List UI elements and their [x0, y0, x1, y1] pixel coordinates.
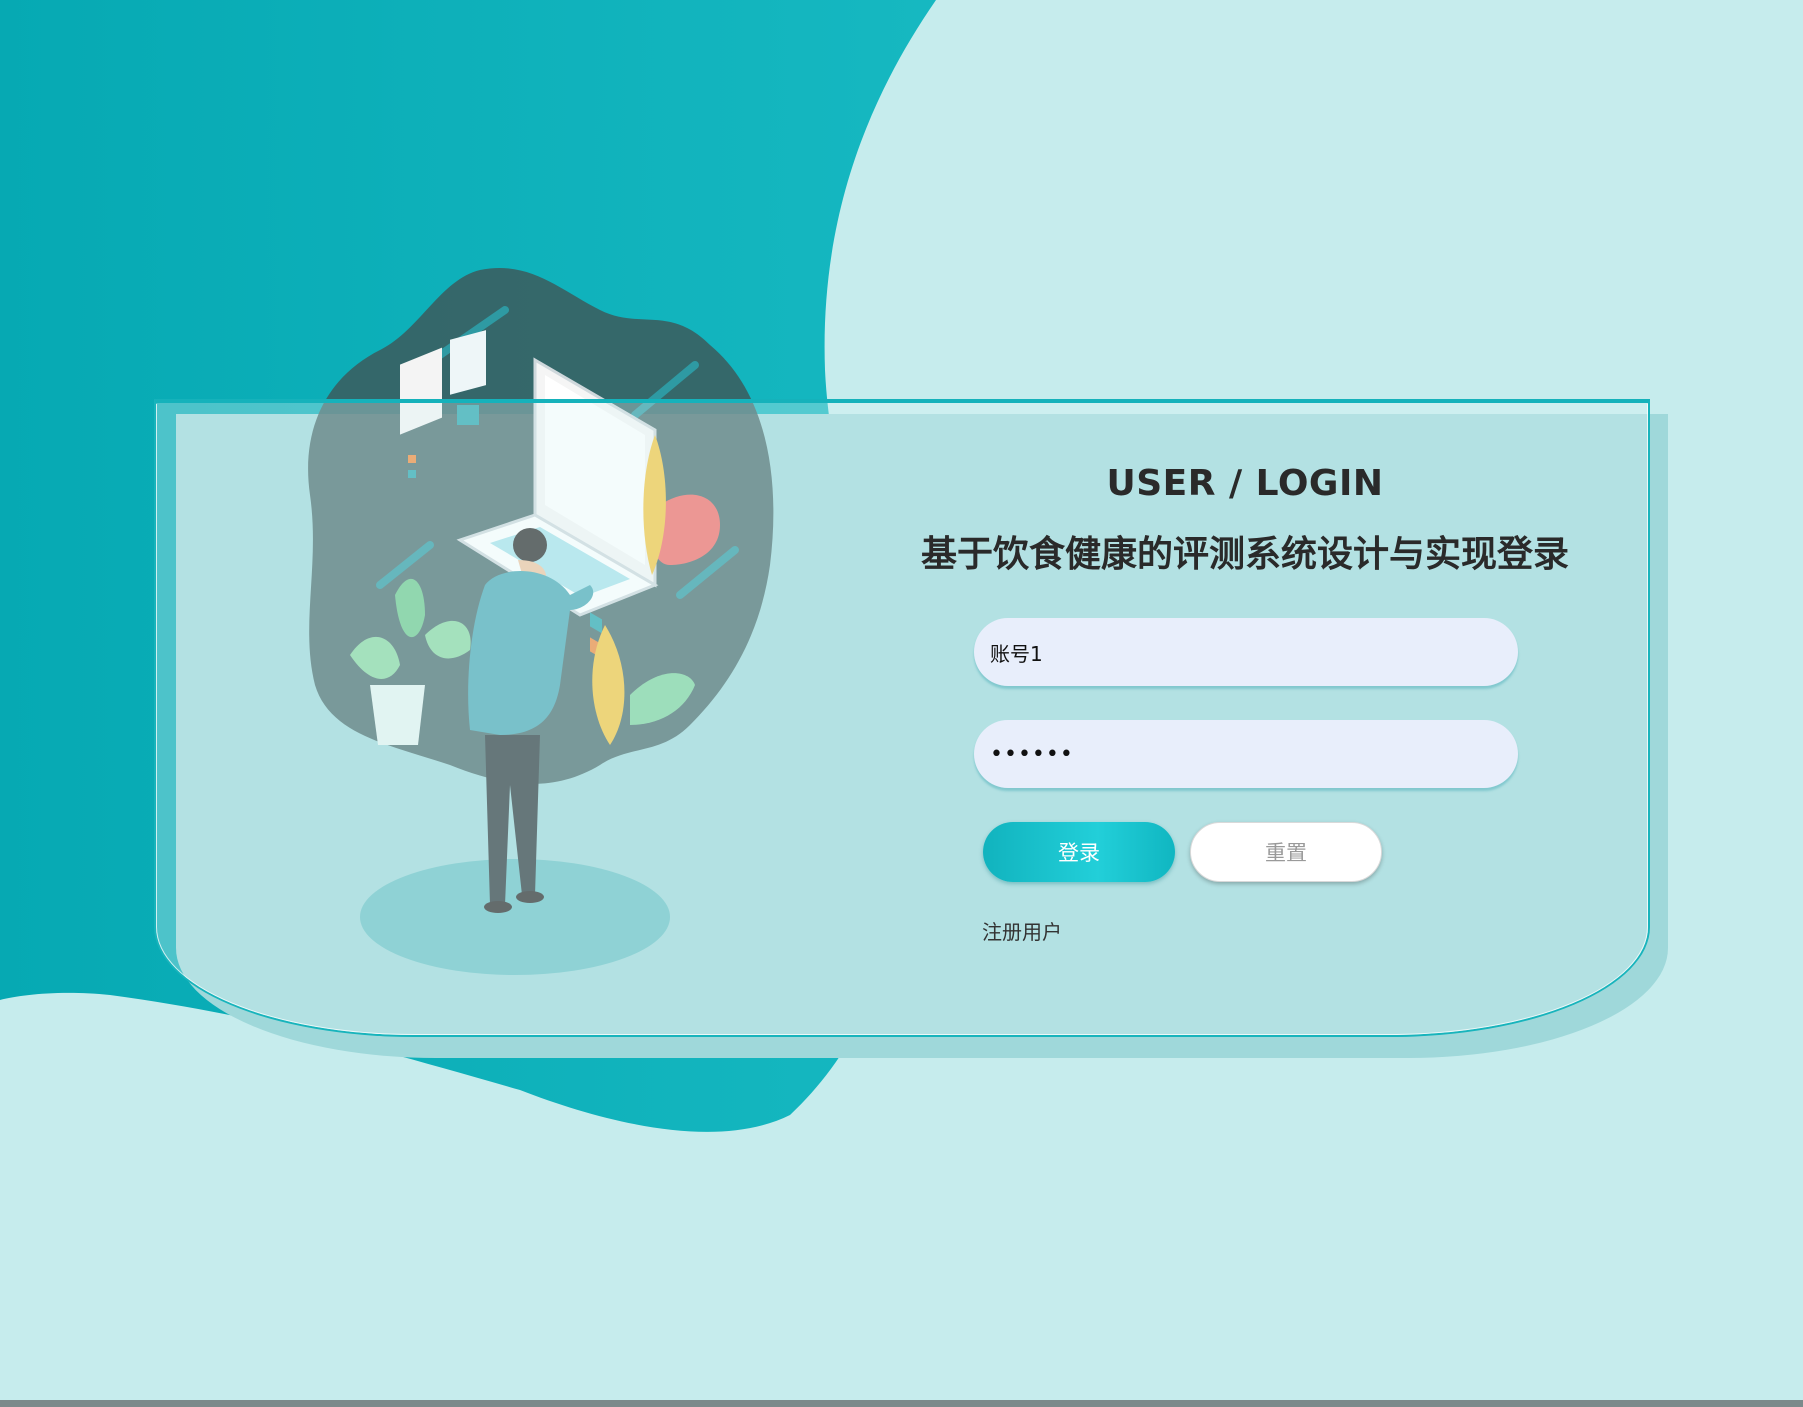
- register-link[interactable]: 注册用户: [982, 916, 1062, 945]
- login-page: USER / LOGIN 基于饮食健康的评测系统设计与实现登录 登录 重置 注册…: [0, 0, 1803, 1407]
- password-input[interactable]: [974, 720, 1518, 788]
- username-input[interactable]: [974, 618, 1518, 686]
- reset-button[interactable]: 重置: [1190, 822, 1382, 882]
- system-title: 基于饮食健康的评测系统设计与实现登录: [920, 534, 1569, 575]
- login-button[interactable]: 登录: [983, 822, 1175, 882]
- page-title: USER / LOGIN: [1106, 463, 1384, 504]
